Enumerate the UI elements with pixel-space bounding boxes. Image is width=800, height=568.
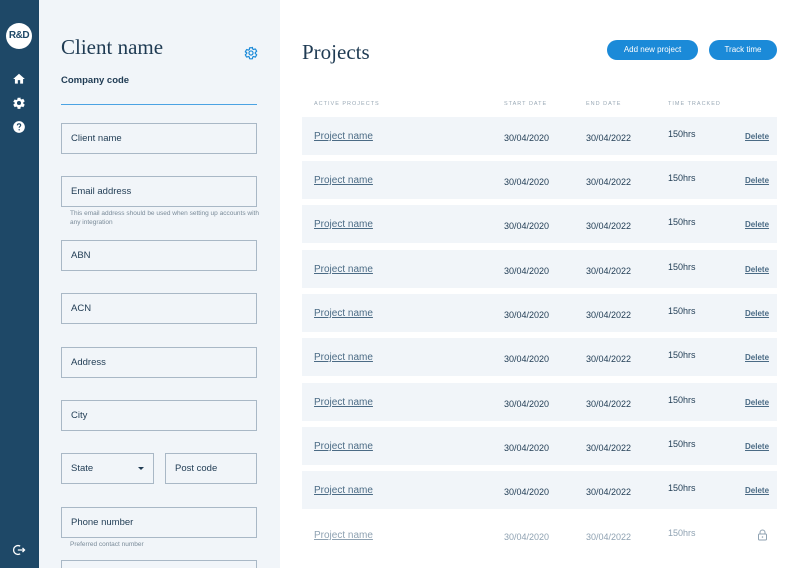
state-select-label: State [71,463,94,474]
app-logo[interactable]: R&D [6,23,32,49]
start-date: 30/04/2020 [504,177,550,187]
settings-gear-icon[interactable] [244,46,258,60]
track-time-button[interactable]: Track time [709,40,777,60]
delete-link[interactable]: Delete [745,132,769,141]
start-date: 30/04/2020 [504,310,550,320]
start-date: 30/04/2020 [504,532,550,542]
end-date: 30/04/2022 [586,354,632,364]
end-date: 30/04/2022 [586,177,632,187]
project-name-link[interactable]: Project name [314,308,373,319]
email-helper-text: This email address should be used when s… [70,210,259,226]
gear-icon[interactable] [12,96,26,110]
delete-link[interactable]: Delete [745,353,769,362]
project-name-link[interactable]: Project name [314,441,373,452]
home-icon[interactable] [12,72,26,86]
start-date: 30/04/2020 [504,443,550,453]
column-header-end: END DATE [586,101,622,107]
delete-link[interactable]: Delete [745,265,769,274]
delete-link[interactable]: Delete [745,176,769,185]
chevron-down-icon [138,467,144,470]
acn-field[interactable]: ACN [61,293,257,324]
table-row: Project name 30/04/2020 30/04/2022 150hr… [302,250,777,288]
table-row: Project name 30/04/2020 30/04/2022 150hr… [302,427,777,465]
company-code-label: Company code [61,75,130,86]
end-date: 30/04/2022 [586,133,632,143]
projects-area: Projects Add new project Track time ACTI… [280,0,800,568]
email-field[interactable]: Email address [61,176,257,207]
time-tracked: 150hrs [668,350,696,360]
time-tracked: 150hrs [668,306,696,316]
table-row: Project name 30/04/2020 30/04/2022 150hr… [302,338,777,376]
end-date: 30/04/2022 [586,310,632,320]
time-tracked: 150hrs [668,483,696,493]
city-field[interactable]: City [61,400,257,431]
client-title: Client name [61,35,164,59]
start-date: 30/04/2020 [504,221,550,231]
project-name-link[interactable]: Project name [314,352,373,363]
start-date: 30/04/2020 [504,133,550,143]
time-tracked: 150hrs [668,173,696,183]
page-title: Projects [302,40,370,64]
state-select[interactable]: State [61,453,154,484]
delete-link[interactable]: Delete [745,486,769,495]
end-date: 30/04/2022 [586,221,632,231]
client-name-field[interactable]: Client name [61,123,257,154]
project-name-link[interactable]: Project name [314,264,373,275]
end-date: 30/04/2022 [586,443,632,453]
project-name-link[interactable]: Project name [314,485,373,496]
nav-rail: R&D [0,0,39,568]
table-row: Project name 30/04/2020 30/04/2022 150hr… [302,205,777,243]
time-tracked: 150hrs [668,528,696,538]
end-date: 30/04/2022 [586,532,632,542]
time-tracked: 150hrs [668,395,696,405]
table-row: Project name 30/04/2020 30/04/2022 150hr… [302,471,777,509]
table-row: Project name 30/04/2020 30/04/2022 150hr… [302,117,777,155]
column-header-start: START DATE [504,101,548,107]
client-panel: Client name Company code Client name Ema… [39,0,280,568]
delete-link[interactable]: Delete [745,398,769,407]
project-name-link[interactable]: Project name [314,397,373,408]
table-row: Project name 30/04/2020 30/04/2022 150hr… [302,383,777,421]
project-name-link[interactable]: Project name [314,530,373,541]
project-name-link[interactable]: Project name [314,219,373,230]
start-date: 30/04/2020 [504,399,550,409]
time-tracked: 150hrs [668,217,696,227]
next-field[interactable] [61,560,257,568]
column-header-time: TIME TRACKED [668,101,721,107]
end-date: 30/04/2022 [586,266,632,276]
delete-link[interactable]: Delete [745,442,769,451]
delete-link[interactable]: Delete [745,220,769,229]
lock-icon [757,529,768,541]
end-date: 30/04/2022 [586,487,632,497]
column-header-projects: ACTIVE PROJECTS [314,101,380,107]
table-row-locked: Project name 30/04/2020 30/04/2022 150hr… [302,516,777,554]
post-code-field[interactable]: Post code [165,453,257,484]
project-name-link[interactable]: Project name [314,175,373,186]
start-date: 30/04/2020 [504,266,550,276]
time-tracked: 150hrs [668,129,696,139]
company-code-input[interactable] [61,104,257,105]
start-date: 30/04/2020 [504,487,550,497]
address-field[interactable]: Address [61,347,257,378]
phone-field[interactable]: Phone number [61,507,257,538]
project-name-link[interactable]: Project name [314,131,373,142]
phone-helper-text: Preferred contact number [70,541,144,548]
help-icon[interactable] [12,120,26,134]
start-date: 30/04/2020 [504,354,550,364]
time-tracked: 150hrs [668,262,696,272]
add-new-project-button[interactable]: Add new project [607,40,698,60]
abn-field[interactable]: ABN [61,240,257,271]
time-tracked: 150hrs [668,439,696,449]
end-date: 30/04/2022 [586,399,632,409]
logout-icon[interactable] [12,543,26,557]
table-row: Project name 30/04/2020 30/04/2022 150hr… [302,161,777,199]
delete-link[interactable]: Delete [745,309,769,318]
table-row: Project name 30/04/2020 30/04/2022 150hr… [302,294,777,332]
